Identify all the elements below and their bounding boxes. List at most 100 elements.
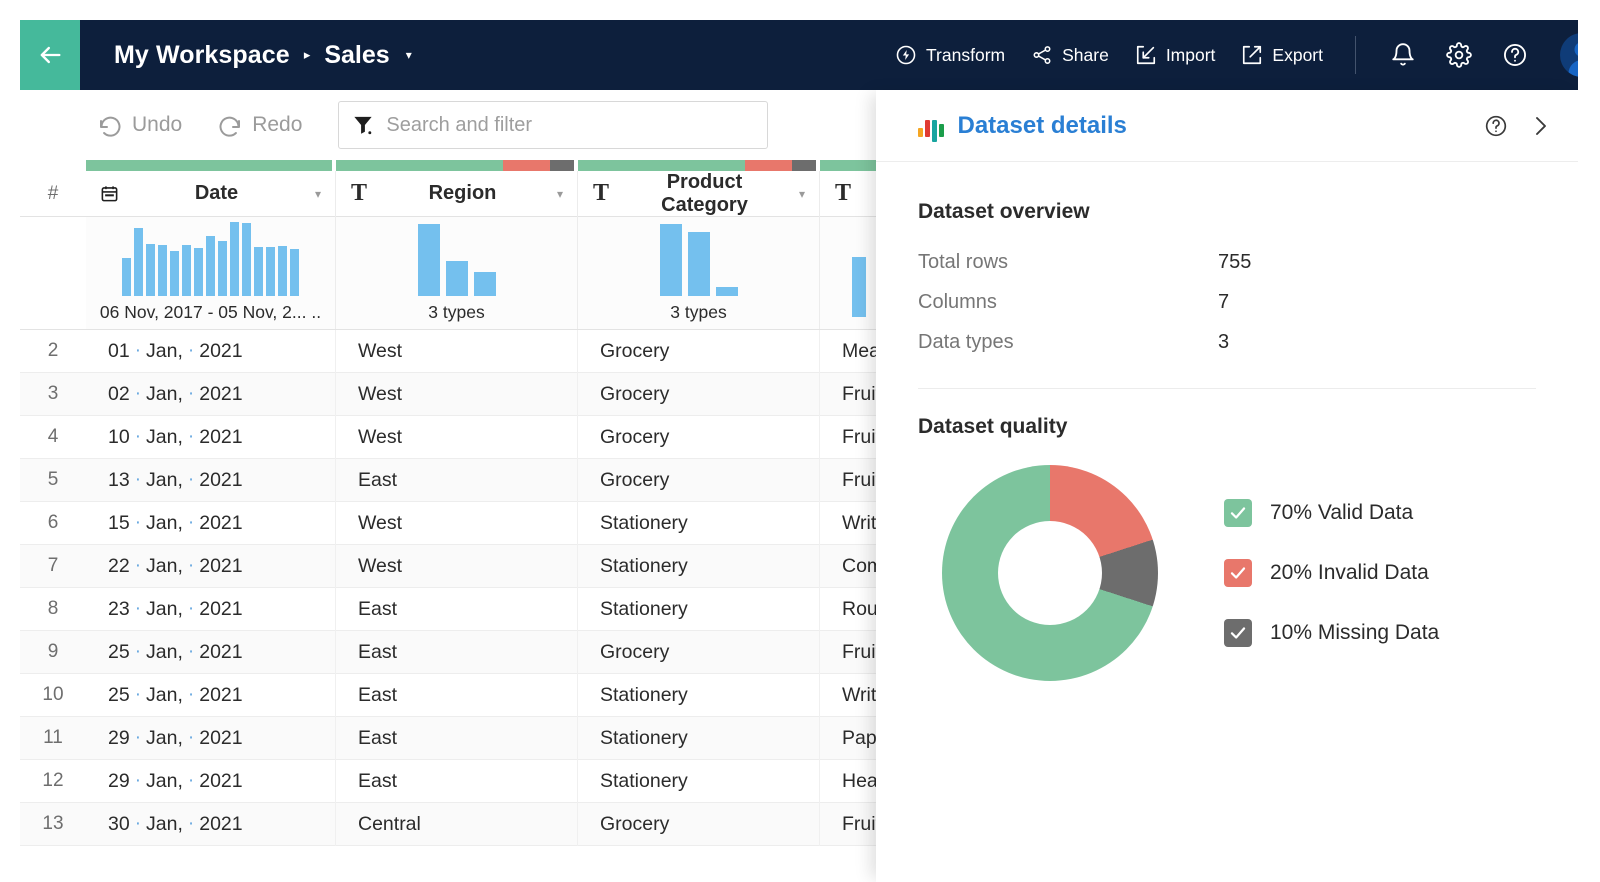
row-number: 13: [42, 813, 64, 834]
cell-date[interactable]: 22 · Jan, · 2021: [86, 544, 336, 588]
column-header-product-category[interactable]: T Product Category ▾: [578, 170, 820, 217]
row-number-header: #: [47, 182, 59, 204]
transform-icon: [896, 45, 916, 65]
back-button[interactable]: [20, 20, 80, 90]
cell-region[interactable]: East: [336, 587, 578, 631]
search-and-filter-box[interactable]: [338, 101, 769, 149]
stat-label: Data types: [918, 330, 1014, 353]
cell-region[interactable]: West: [336, 501, 578, 545]
settings-button[interactable]: [1444, 40, 1474, 70]
column-menu-caret-icon[interactable]: ▾: [543, 187, 577, 201]
cell-date[interactable]: 15 · Jan, · 2021: [86, 501, 336, 545]
search-input[interactable]: [386, 113, 754, 137]
chevron-right-icon[interactable]: [1528, 114, 1552, 138]
panel-body: Dataset overview Total rows 755 Columns …: [876, 162, 1578, 681]
cell-product-category[interactable]: Grocery: [578, 630, 820, 674]
row-number: 7: [47, 555, 59, 576]
legend-item-missing[interactable]: 10% Missing Data: [1224, 619, 1439, 647]
cell-date[interactable]: 01 · Jan, · 2021: [86, 329, 336, 373]
cell-product-category[interactable]: Grocery: [578, 458, 820, 502]
cell-date[interactable]: 29 · Jan, · 2021: [86, 716, 336, 760]
quality-bar-date: [86, 160, 332, 171]
cell-date[interactable]: 23 · Jan, · 2021: [86, 587, 336, 631]
stat-value: 755: [1218, 250, 1252, 273]
dataset-details-panel: Dataset details Dataset overview Total r…: [876, 90, 1578, 882]
chevron-down-icon[interactable]: ▾: [406, 48, 412, 62]
cell-product-category[interactable]: Stationery: [578, 673, 820, 717]
column-menu-caret-icon[interactable]: ▾: [301, 187, 335, 201]
row-number: 9: [47, 641, 59, 662]
cell-product-category[interactable]: Grocery: [578, 802, 820, 846]
check-icon: [1230, 507, 1246, 519]
row-number: 6: [47, 512, 59, 533]
column-menu-caret-icon[interactable]: ▾: [785, 187, 819, 201]
breadcrumb-workspace[interactable]: My Workspace: [114, 41, 290, 70]
check-icon: [1230, 567, 1246, 579]
breadcrumb-dataset[interactable]: Sales: [324, 41, 389, 70]
legend-checkbox[interactable]: [1224, 619, 1252, 647]
cell-date[interactable]: 10 · Jan, · 2021: [86, 415, 336, 459]
cell-region[interactable]: West: [336, 329, 578, 373]
column-header-region[interactable]: T Region ▾: [336, 170, 578, 217]
cell-product-category[interactable]: Stationery: [578, 759, 820, 803]
text-type-icon: T: [834, 180, 851, 206]
cell-date[interactable]: 13 · Jan, · 2021: [86, 458, 336, 502]
frame-top: [0, 0, 1600, 20]
help-button[interactable]: [1500, 40, 1530, 70]
undo-button[interactable]: Undo: [98, 113, 182, 137]
cell-region[interactable]: East: [336, 673, 578, 717]
cell-product-category[interactable]: Stationery: [578, 501, 820, 545]
cell-region[interactable]: West: [336, 372, 578, 416]
cell-date[interactable]: 25 · Jan, · 2021: [86, 630, 336, 674]
column-range-label: 06 Nov, 2017 - 05 Nov, 2... ..: [99, 302, 322, 322]
redo-button[interactable]: Redo: [218, 113, 302, 137]
cell-date[interactable]: 02 · Jan, · 2021: [86, 372, 336, 416]
column-header-date[interactable]: Date ▾: [86, 170, 336, 217]
cell-product-category[interactable]: Grocery: [578, 415, 820, 459]
breadcrumb-separator-icon: ▸: [303, 47, 311, 62]
panel-header-actions: [1484, 114, 1552, 138]
legend-item-invalid[interactable]: 20% Invalid Data: [1224, 559, 1439, 587]
transform-button[interactable]: Transform: [895, 44, 1005, 66]
cell-region[interactable]: West: [336, 415, 578, 459]
cell-region[interactable]: East: [336, 759, 578, 803]
help-circle-icon[interactable]: [1484, 114, 1508, 138]
import-label: Import: [1165, 44, 1216, 65]
funnel-filter-icon: [354, 116, 373, 135]
stat-data-types: Data types 3: [918, 322, 1536, 362]
export-button[interactable]: Export: [1241, 44, 1323, 66]
notifications-button[interactable]: [1388, 40, 1418, 70]
cell-product-category[interactable]: Stationery: [578, 587, 820, 631]
panel-divider: [918, 388, 1536, 389]
cell-date[interactable]: 25 · Jan, · 2021: [86, 673, 336, 717]
cell-region[interactable]: Central: [336, 802, 578, 846]
import-button[interactable]: Import: [1135, 44, 1216, 66]
legend-checkbox[interactable]: [1224, 499, 1252, 527]
column-types-label: 3 types: [428, 302, 485, 322]
quality-legend: 70% Valid Data 20% Invalid Data 10% Miss…: [1224, 499, 1439, 647]
share-icon: [1033, 46, 1051, 64]
share-button[interactable]: Share: [1031, 44, 1109, 66]
legend-item-valid[interactable]: 70% Valid Data: [1224, 499, 1439, 527]
transform-label: Transform: [926, 44, 1006, 65]
row-number: 3: [47, 383, 59, 404]
dataset-overview-title: Dataset overview: [918, 200, 1090, 223]
text-type-icon: T: [350, 180, 367, 206]
legend-checkbox[interactable]: [1224, 559, 1252, 587]
cell-date[interactable]: 30 · Jan, · 2021: [86, 802, 336, 846]
cell-product-category[interactable]: Grocery: [578, 329, 820, 373]
quality-donut-chart: [942, 465, 1158, 681]
stat-value: 7: [1218, 290, 1230, 313]
row-number: 2: [47, 340, 59, 361]
legend-label: 20% Invalid Data: [1270, 561, 1429, 584]
histogram-bars: [852, 243, 866, 317]
cell-region[interactable]: East: [336, 458, 578, 502]
cell-date[interactable]: 29 · Jan, · 2021: [86, 759, 336, 803]
cell-region[interactable]: East: [336, 716, 578, 760]
cell-product-category[interactable]: Stationery: [578, 716, 820, 760]
cell-region[interactable]: West: [336, 544, 578, 588]
cell-product-category[interactable]: Stationery: [578, 544, 820, 588]
cell-region[interactable]: East: [336, 630, 578, 674]
column-histogram-product-category: 3 types: [578, 217, 820, 329]
cell-product-category[interactable]: Grocery: [578, 372, 820, 416]
